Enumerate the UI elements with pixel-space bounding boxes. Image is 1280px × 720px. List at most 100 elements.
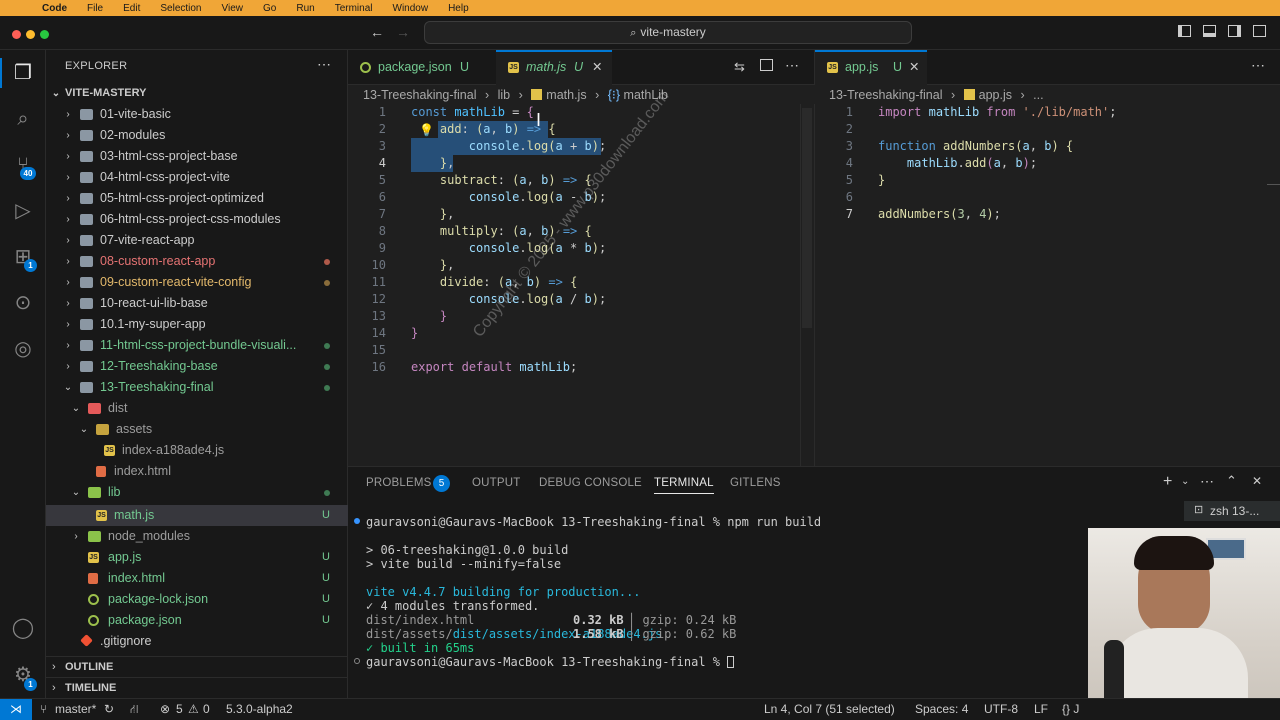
- remote-indicator-icon[interactable]: ⋊: [0, 699, 32, 720]
- tree-folder[interactable]: › 07-vite-react-app: [46, 230, 348, 251]
- tree-folder-expanded[interactable]: ⌄ dist: [46, 398, 348, 419]
- tree-folder-expanded[interactable]: ⌄ lib: [46, 482, 348, 503]
- customize-layout-icon[interactable]: [1253, 25, 1266, 37]
- split-editor-icon[interactable]: [760, 59, 773, 71]
- tree-folder[interactable]: › 05-html-css-project-optimized: [46, 188, 348, 209]
- menu-run[interactable]: Run: [296, 3, 314, 14]
- tree-file[interactable]: package.json U: [46, 610, 348, 631]
- editor-left[interactable]: 💡 1 2 3 4 5 6 7 8 9 10 11 12 13 14 15 16…: [348, 104, 814, 466]
- account-icon[interactable]: ◯: [10, 615, 36, 641]
- graph-icon[interactable]: ⛙: [130, 702, 138, 718]
- breadcrumb-item[interactable]: app.js: [979, 88, 1012, 102]
- timeline-section[interactable]: › TIMELINE: [46, 677, 348, 698]
- run-debug-icon[interactable]: ▷: [10, 198, 36, 224]
- terminal-list-item[interactable]: ⊡ zsh 13-...: [1184, 501, 1280, 521]
- breadcrumb-item[interactable]: math.js: [546, 88, 586, 102]
- warning-count[interactable]: 0: [203, 702, 210, 716]
- error-icon[interactable]: ⊗: [160, 702, 170, 716]
- terminal-prompt[interactable]: gauravsoni@Gauravs-MacBook 13-Treeshakin…: [366, 655, 735, 669]
- language-mode[interactable]: {} J: [1062, 702, 1079, 716]
- panel-more-icon[interactable]: ⋯: [1200, 473, 1214, 490]
- tree-file[interactable]: .gitignore: [46, 631, 348, 652]
- outline-section[interactable]: › OUTLINE: [46, 656, 348, 677]
- editor-scrollbar[interactable]: [800, 104, 812, 466]
- tree-folder[interactable]: › 01-vite-basic: [46, 104, 348, 125]
- explorer-icon[interactable]: ❐: [10, 60, 36, 86]
- warning-icon[interactable]: ⚠: [188, 702, 199, 716]
- tab-terminal[interactable]: TERMINAL: [654, 477, 714, 494]
- branch-name[interactable]: master*: [55, 702, 96, 716]
- toggle-panel-icon[interactable]: [1203, 25, 1216, 37]
- close-tab-icon[interactable]: ✕: [909, 52, 919, 83]
- tree-folder-expanded[interactable]: ⌄ 13-Treeshaking-final: [46, 377, 348, 398]
- editor-more-icon[interactable]: ⋯: [1251, 57, 1265, 74]
- zoom-window-button[interactable]: [40, 30, 49, 39]
- breadcrumb-item[interactable]: 13-Treeshaking-final: [829, 88, 942, 102]
- tree-file[interactable]: index.html: [46, 461, 348, 482]
- tree-folder-expanded[interactable]: ⌄ assets: [46, 419, 348, 440]
- menu-edit[interactable]: Edit: [123, 3, 140, 14]
- sync-icon[interactable]: ↻: [104, 702, 114, 716]
- menu-go[interactable]: Go: [263, 3, 276, 14]
- remote-explorer-icon[interactable]: ◎: [10, 336, 36, 362]
- tree-file-selected[interactable]: JS math.js U: [46, 505, 348, 526]
- editor-right[interactable]: 1 2 3 4 5 6 7 import mathLib from './lib…: [814, 104, 1280, 466]
- encoding[interactable]: UTF-8: [984, 702, 1018, 716]
- menu-help[interactable]: Help: [448, 3, 469, 14]
- end-of-line[interactable]: LF: [1034, 702, 1048, 716]
- tree-folder[interactable]: › 10-react-ui-lib-base: [46, 293, 348, 314]
- tree-folder[interactable]: › 11-html-css-project-bundle-visuali...: [46, 335, 348, 356]
- menu-selection[interactable]: Selection: [160, 3, 201, 14]
- tree-file[interactable]: JS app.js U: [46, 547, 348, 568]
- tree-file[interactable]: index.html U: [46, 568, 348, 589]
- forward-arrow-icon[interactable]: →: [396, 24, 410, 40]
- tab-problems[interactable]: PROBLEMS: [366, 477, 432, 489]
- chevron-down-icon[interactable]: ⌄: [1181, 476, 1189, 487]
- tree-file[interactable]: package-lock.json U: [46, 589, 348, 610]
- tree-folder[interactable]: › 08-custom-react-app: [46, 251, 348, 272]
- open-changes-icon[interactable]: ⇆: [734, 59, 745, 75]
- workspace-root[interactable]: ⌄ VITE-MASTERY: [46, 83, 348, 104]
- tree-file[interactable]: JS index-a188ade4.js: [46, 440, 348, 461]
- tab-debug-console[interactable]: DEBUG CONSOLE: [539, 477, 642, 489]
- tree-folder[interactable]: › 04-html-css-project-vite: [46, 167, 348, 188]
- new-terminal-icon[interactable]: +: [1163, 473, 1172, 491]
- menu-app[interactable]: Code: [42, 3, 67, 14]
- menu-file[interactable]: File: [87, 3, 103, 14]
- error-count[interactable]: 5: [176, 702, 183, 716]
- close-tab-icon[interactable]: ✕: [592, 52, 602, 83]
- tab-output[interactable]: OUTPUT: [472, 477, 520, 489]
- scrollbar-thumb[interactable]: [802, 108, 812, 328]
- breadcrumb-item[interactable]: ...: [1033, 88, 1043, 102]
- tree-folder[interactable]: › 02-modules: [46, 125, 348, 146]
- command-center-search[interactable]: ⌕ vite-mastery: [424, 21, 912, 44]
- menu-window[interactable]: Window: [393, 3, 429, 14]
- tab-gitlens[interactable]: GITLENS: [730, 477, 781, 489]
- toggle-secondary-sidebar-icon[interactable]: [1228, 25, 1241, 37]
- tab-app-js[interactable]: JS app.js U ✕: [815, 50, 927, 85]
- tree-folder[interactable]: › 12-Treeshaking-base: [46, 356, 348, 377]
- tree-folder[interactable]: › 06-html-css-project-css-modules: [46, 209, 348, 230]
- tree-folder[interactable]: › 03-html-css-project-base: [46, 146, 348, 167]
- minimize-window-button[interactable]: [26, 30, 35, 39]
- cursor-position[interactable]: Ln 4, Col 7 (51 selected): [764, 702, 895, 716]
- close-window-button[interactable]: [12, 30, 21, 39]
- more-actions-icon[interactable]: ⋯: [317, 56, 331, 73]
- tree-folder[interactable]: › 10.1-my-super-app: [46, 314, 348, 335]
- tab-package-json[interactable]: package.json U: [348, 50, 494, 85]
- menu-view[interactable]: View: [222, 3, 244, 14]
- tree-folder[interactable]: › node_modules: [46, 526, 348, 547]
- breadcrumb-item[interactable]: 13-Treeshaking-final: [363, 88, 476, 102]
- tree-folder[interactable]: › 09-custom-react-vite-config: [46, 272, 348, 293]
- breadcrumb-item[interactable]: lib: [498, 88, 511, 102]
- close-panel-icon[interactable]: ✕: [1252, 474, 1262, 488]
- toggle-sidebar-icon[interactable]: [1178, 25, 1191, 37]
- maximize-panel-icon[interactable]: ⌃: [1226, 473, 1237, 489]
- back-arrow-icon[interactable]: ←: [370, 24, 384, 40]
- search-icon[interactable]: ⌕: [10, 106, 36, 132]
- menu-terminal[interactable]: Terminal: [335, 3, 373, 14]
- editor-more-icon[interactable]: ⋯: [785, 57, 799, 74]
- indentation[interactable]: Spaces: 4: [915, 702, 968, 716]
- ts-version[interactable]: 5.3.0-alpha2: [226, 702, 293, 716]
- gitlens-icon[interactable]: ⊙: [10, 290, 36, 316]
